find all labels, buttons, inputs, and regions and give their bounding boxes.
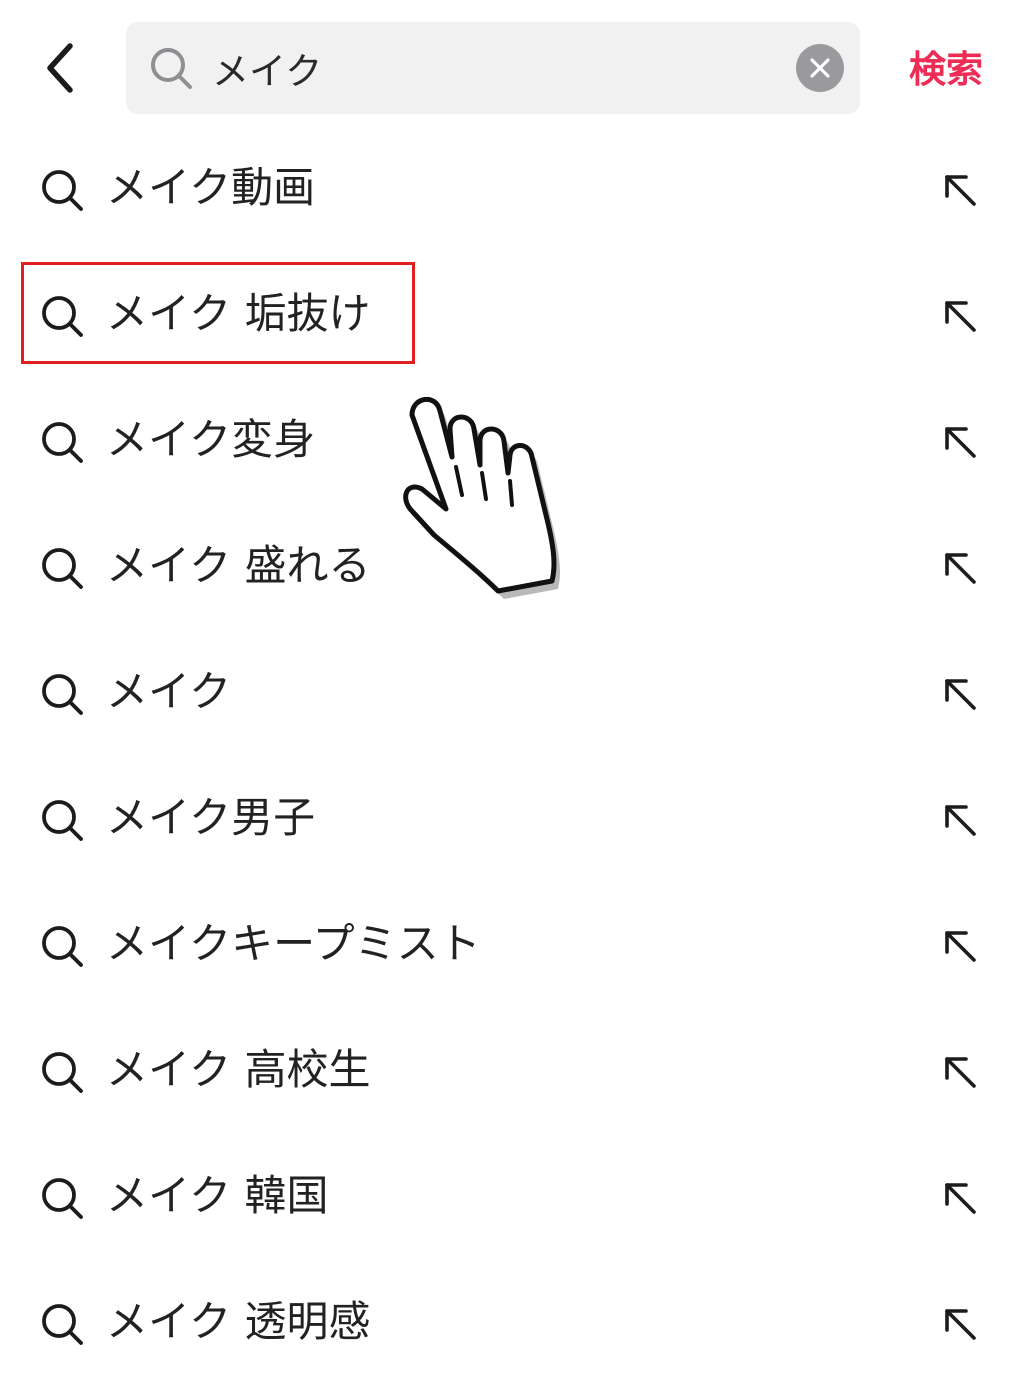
- arrow-up-left-icon: [945, 1057, 976, 1088]
- arrow-up-left-icon: [945, 931, 976, 962]
- search-icon: [42, 1052, 83, 1093]
- suggestion-label: メイク動画: [106, 163, 316, 212]
- suggestion-list: メイク動画 メイク 垢抜け メイク変身 メイク 盛れる メイク メイク男子 メイ…: [0, 124, 1024, 1384]
- search-icon: [151, 48, 192, 89]
- arrow-up-left-icon: [945, 301, 976, 332]
- fill-query-button[interactable]: [934, 416, 986, 468]
- suggestion-item[interactable]: メイク変身: [0, 376, 1024, 502]
- fill-query-button[interactable]: [934, 794, 986, 846]
- arrow-up-left-icon: [945, 427, 976, 458]
- suggestion-item[interactable]: メイク 透明感: [0, 1258, 1024, 1384]
- fill-query-button[interactable]: [934, 920, 986, 972]
- suggestion-label: メイク: [106, 667, 232, 716]
- fill-query-button[interactable]: [934, 542, 986, 594]
- clear-search-button[interactable]: [796, 44, 844, 92]
- back-button[interactable]: [30, 36, 90, 100]
- search-icon: [42, 170, 83, 211]
- fill-query-button[interactable]: [934, 1298, 986, 1350]
- search-header: 検索: [0, 0, 1024, 130]
- fill-query-button[interactable]: [934, 164, 986, 216]
- arrow-up-left-icon: [945, 1183, 976, 1214]
- suggestion-label: メイク 高校生: [106, 1045, 371, 1094]
- search-icon: [42, 422, 83, 463]
- arrow-up-left-icon: [945, 805, 976, 836]
- search-icon: [42, 926, 83, 967]
- suggestion-label: メイク 盛れる: [106, 541, 371, 590]
- suggestion-label: メイク 垢抜け: [106, 289, 371, 338]
- search-icon: [42, 800, 83, 841]
- search-box[interactable]: [126, 22, 860, 114]
- search-icon: [42, 1304, 83, 1345]
- suggestion-label: メイク男子: [106, 793, 316, 842]
- suggestion-item[interactable]: メイク動画: [0, 124, 1024, 250]
- chevron-left-icon: [47, 43, 73, 93]
- suggestion-item[interactable]: メイク 高校生: [0, 1006, 1024, 1132]
- suggestion-label: メイク変身: [106, 415, 316, 464]
- suggestion-item[interactable]: メイク 盛れる: [0, 502, 1024, 628]
- suggestion-label: メイクキープミスト: [106, 919, 481, 968]
- arrow-up-left-icon: [945, 175, 976, 206]
- suggestion-item[interactable]: メイク 垢抜け: [0, 250, 1024, 376]
- search-submit-button[interactable]: 検索: [896, 38, 996, 94]
- arrow-up-left-icon: [945, 679, 976, 710]
- suggestion-item[interactable]: メイク男子: [0, 754, 1024, 880]
- search-icon: [42, 296, 83, 337]
- suggestion-item[interactable]: メイク: [0, 628, 1024, 754]
- search-icon: [42, 548, 83, 589]
- search-icon: [42, 674, 83, 715]
- fill-query-button[interactable]: [934, 1172, 986, 1224]
- arrow-up-left-icon: [945, 1309, 976, 1340]
- arrow-up-left-icon: [945, 553, 976, 584]
- suggestion-label: メイク 韓国: [106, 1171, 329, 1220]
- search-input[interactable]: [212, 40, 812, 96]
- suggestion-label: メイク 透明感: [106, 1297, 371, 1346]
- clear-x-icon: [810, 58, 830, 78]
- fill-query-button[interactable]: [934, 290, 986, 342]
- fill-query-button[interactable]: [934, 668, 986, 720]
- suggestion-item[interactable]: メイクキープミスト: [0, 880, 1024, 1006]
- fill-query-button[interactable]: [934, 1046, 986, 1098]
- suggestion-item[interactable]: メイク 韓国: [0, 1132, 1024, 1258]
- search-icon: [42, 1178, 83, 1219]
